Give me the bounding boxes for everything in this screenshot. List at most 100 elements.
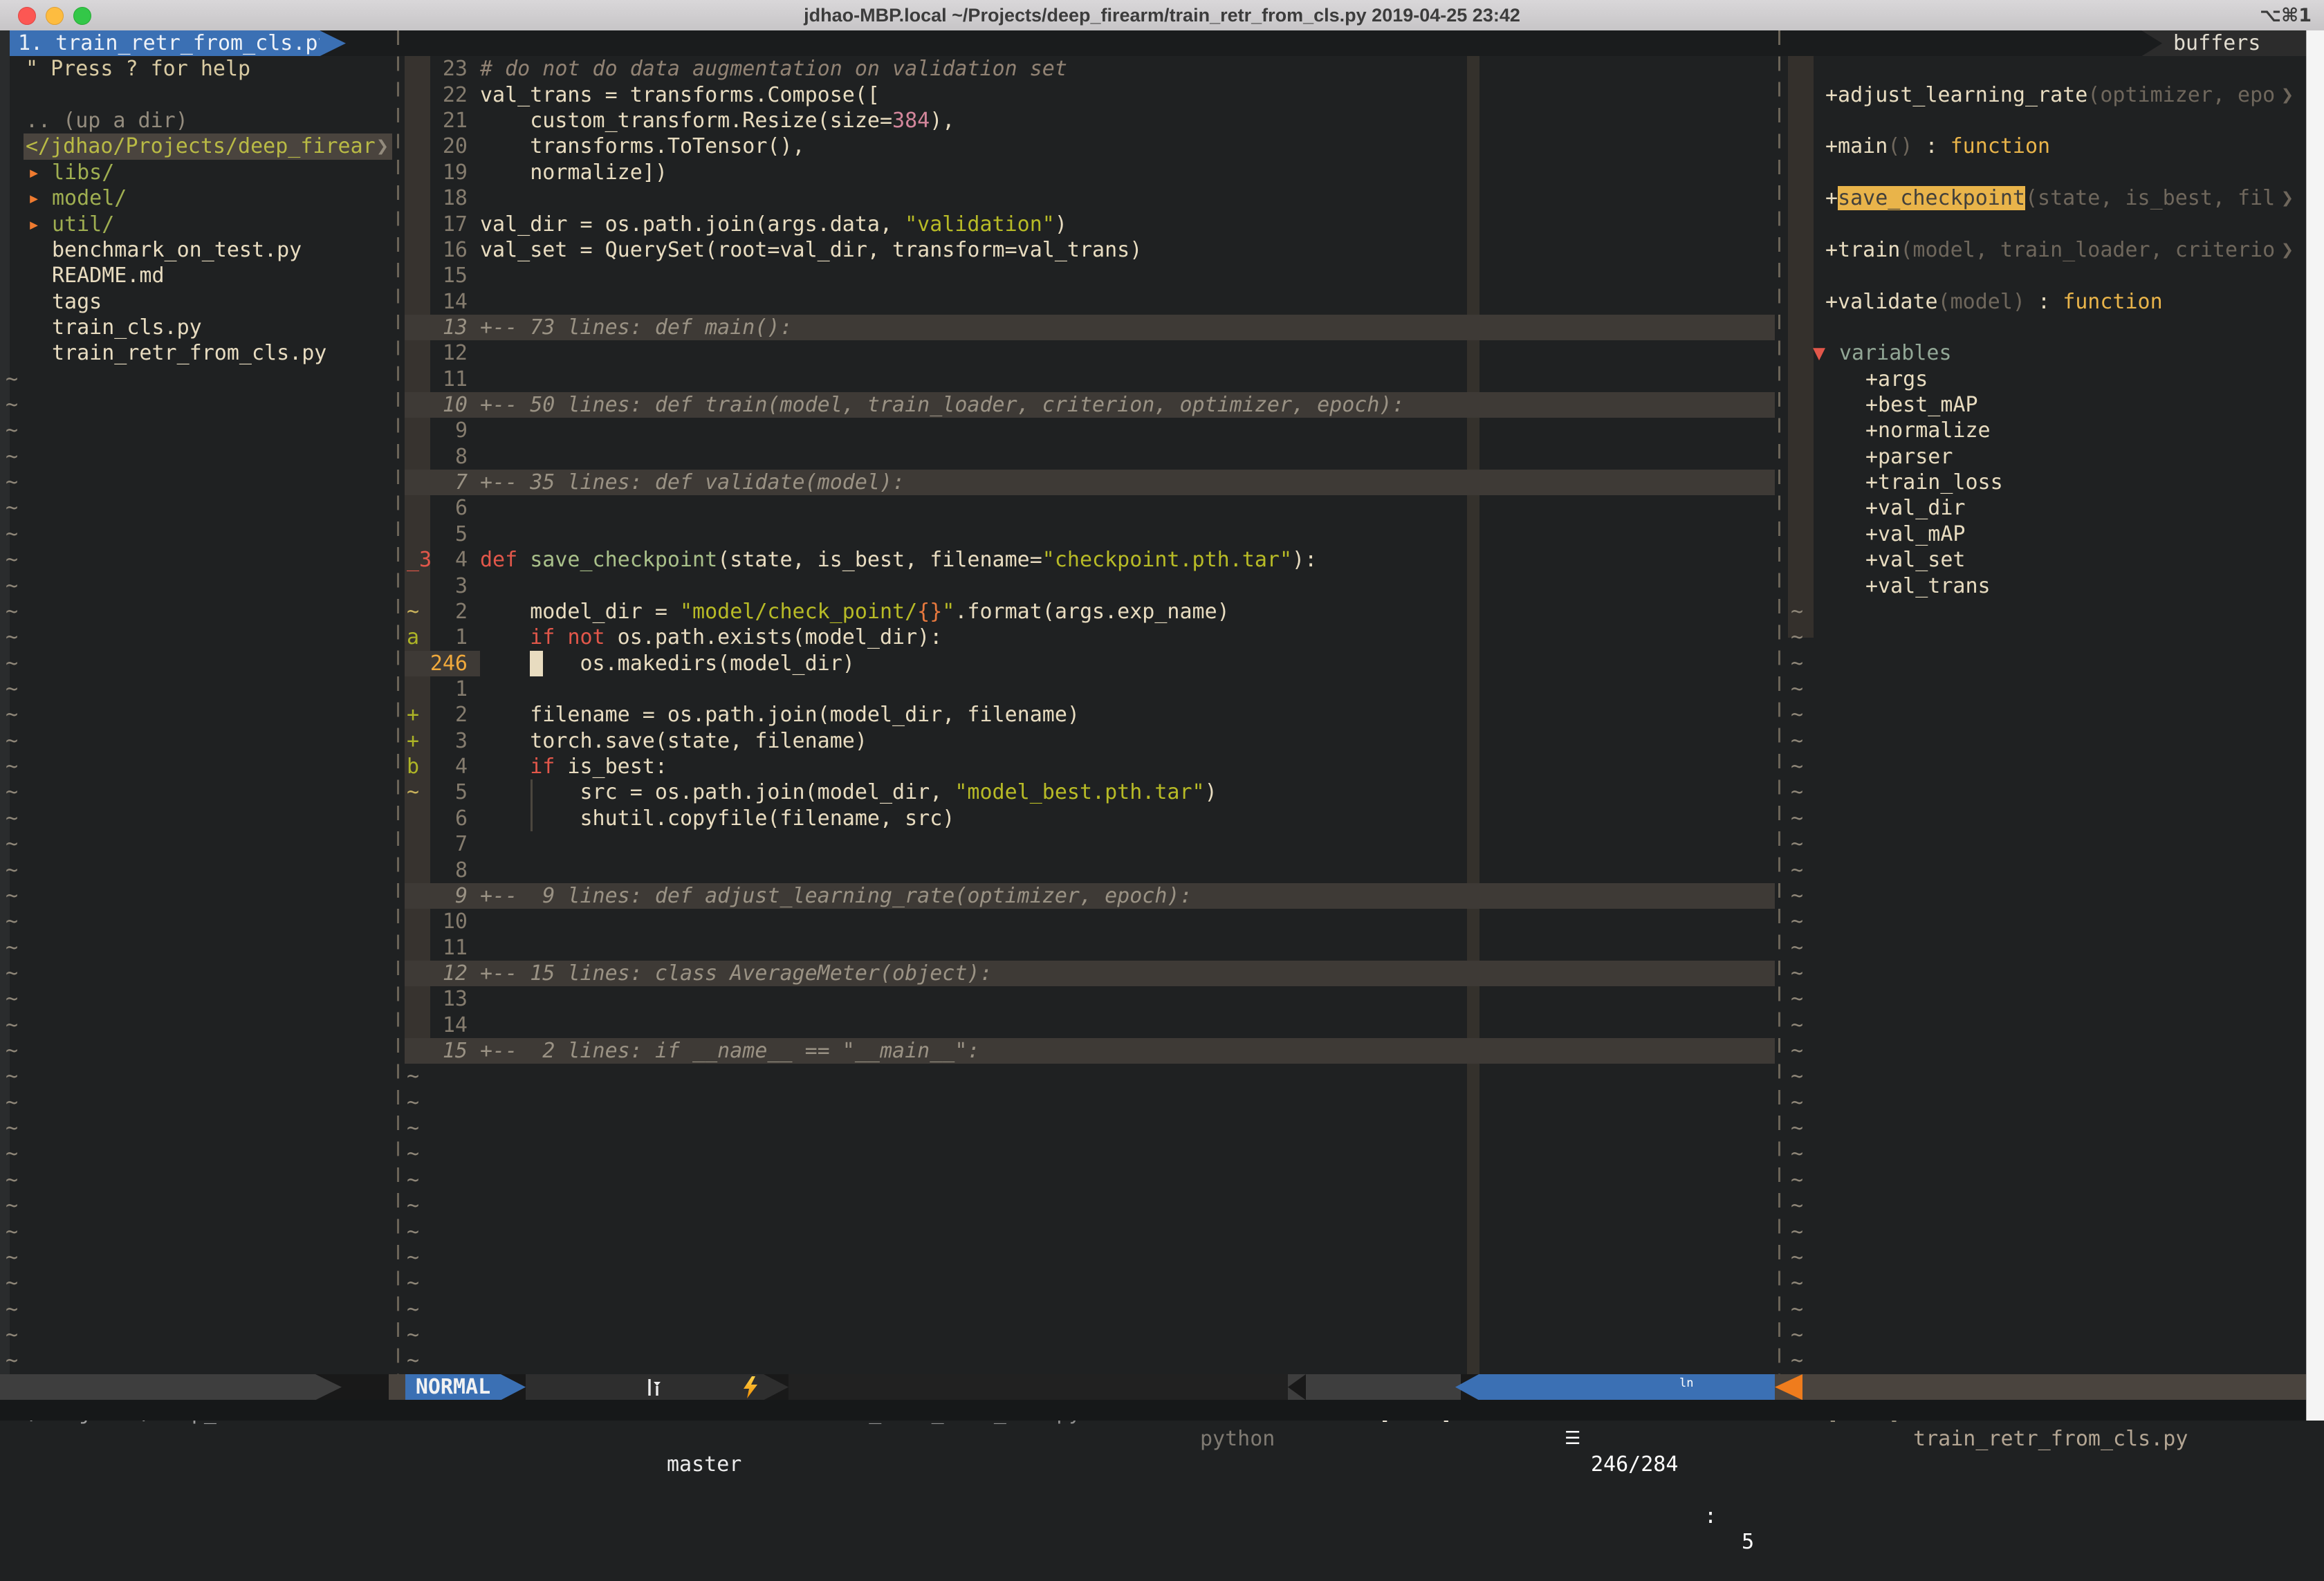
fold-open-icon[interactable]: ▼ <box>1813 340 1825 366</box>
buffer-tab-arrow <box>320 30 346 56</box>
separator-arrow-icon <box>315 1374 342 1400</box>
fold-text[interactable]: +-- 2 lines: if __name__ == "__main__": <box>480 1038 979 1064</box>
empty-line-tilde: ~ <box>1791 1245 1803 1270</box>
nerdtree-file[interactable]: benchmark_on_test.py <box>52 237 302 263</box>
code-line[interactable]: def save_checkpoint(state, is_best, file… <box>480 547 1317 573</box>
gutter-sign: ~ <box>407 779 419 805</box>
code-token: "model/check_point/ <box>680 600 917 624</box>
code-line[interactable]: val_trans = transforms.Compose([ <box>480 82 880 108</box>
empty-line-tilde: ~ <box>6 779 18 805</box>
truncation-arrow-icon: ❯ <box>2281 82 2294 108</box>
tagbar-variable[interactable]: +normalize <box>1865 418 1991 443</box>
git-branch-icon <box>645 1378 664 1397</box>
code-line[interactable]: torch.save(state, filename) <box>480 728 867 754</box>
line-number: 3 <box>405 573 468 599</box>
nerdtree-file[interactable]: train_cls.py <box>52 315 202 340</box>
tag-part: (state, is_best, fil <box>2025 186 2275 210</box>
empty-line-tilde: ~ <box>6 986 18 1012</box>
fold-text[interactable]: +-- 35 lines: def validate(model): <box>480 470 905 495</box>
empty-line-tilde: ~ <box>6 1064 18 1089</box>
code-line[interactable]: val_set = QuerySet(root=val_dir, transfo… <box>480 237 1142 263</box>
code-token: " <box>942 600 954 624</box>
empty-line-tilde: ~ <box>1791 1297 1803 1322</box>
empty-line-tilde: ~ <box>1791 702 1803 728</box>
tagbar-tag[interactable]: +main() : function <box>1825 133 2050 159</box>
tagbar-variable[interactable]: +best_mAP <box>1865 392 1978 418</box>
code-token: normalize]) <box>480 160 667 185</box>
code-line[interactable]: os.makedirs(model_dir) <box>480 651 855 676</box>
nerdtree-dir[interactable]: util/ <box>52 212 114 237</box>
empty-line-tilde: ~ <box>1791 599 1803 625</box>
line-position: 246/284 <box>1591 1452 1678 1477</box>
code-token: val_set = QuerySet(root=val_dir, transfo… <box>480 238 1142 262</box>
folder-arrow-icon[interactable]: ▸ <box>28 160 40 185</box>
nerdtree-file[interactable]: tags <box>52 289 102 315</box>
buffers-label: buffers <box>2173 30 2260 56</box>
tagbar-variable[interactable]: +val_trans <box>1865 573 1991 599</box>
code-token: transforms.ToTensor(), <box>480 134 805 158</box>
line-number: 19 <box>405 160 468 185</box>
nerdtree-dir[interactable]: model/ <box>52 185 127 211</box>
titlebar[interactable]: jdhao-MBP.local ~/Projects/deep_firearm/… <box>0 0 2324 31</box>
code-token: {} <box>917 600 942 624</box>
fold-text[interactable]: +-- 9 lines: def adjust_learning_rate(op… <box>480 883 1192 909</box>
code-line[interactable]: shutil.copyfile(filename, src) <box>480 806 954 831</box>
code-line[interactable]: val_dir = os.path.join(args.data, "valid… <box>480 212 1067 237</box>
empty-line-tilde: ~ <box>407 1297 419 1322</box>
empty-line-tilde: ~ <box>1791 806 1803 831</box>
folder-arrow-icon[interactable]: ▸ <box>28 185 40 211</box>
nerdtree-root[interactable]: </jdhao/Projects/deep_firear <box>26 133 376 159</box>
folder-arrow-icon[interactable]: ▸ <box>28 212 40 237</box>
code-token: src = os.path.join(model_dir, <box>480 780 954 804</box>
tagbar-variable[interactable]: +val_mAP <box>1865 521 1966 547</box>
window-separator-right[interactable] <box>1778 30 1780 1374</box>
command-line[interactable] <box>0 1400 2324 1421</box>
tagbar-tag[interactable]: +train(model, train_loader, criterio <box>1825 237 2275 263</box>
tagbar-variable[interactable]: +train_loss <box>1865 470 2003 495</box>
statusline-file-segment: train_retr_from_cls.py python <box>788 1374 1288 1400</box>
code-line[interactable]: if is_best: <box>480 754 667 779</box>
code-line[interactable]: normalize]) <box>480 160 667 185</box>
nerdtree-file[interactable]: train_retr_from_cls.py <box>52 340 326 366</box>
fold-text[interactable]: +-- 50 lines: def train(model, train_loa… <box>480 392 1405 418</box>
tagbar-variable[interactable]: +val_set <box>1865 547 1966 573</box>
nerdtree-dir[interactable]: libs/ <box>52 160 114 185</box>
tagbar-group-header[interactable]: variables <box>1839 340 1952 366</box>
tagbar-tag[interactable]: +validate(model) : function <box>1825 289 2163 315</box>
nerdtree-up-dir[interactable]: .. (up a dir) <box>26 108 188 133</box>
code-token: save_checkpoint <box>530 548 717 572</box>
tag-part: +adjust_learning_rate <box>1825 83 2087 107</box>
gutter-sign: + <box>407 702 419 728</box>
buffer-tab-active[interactable]: 1. train_retr_from_cls.py <box>0 30 320 56</box>
code-line[interactable]: if not os.path.exists(model_dir): <box>480 625 942 650</box>
nerdtree-file[interactable]: README.md <box>52 263 165 288</box>
line-number: 16 <box>405 237 468 263</box>
empty-line-tilde: ~ <box>1791 858 1803 883</box>
tagbar-tag[interactable]: +save_checkpoint(state, is_best, fil <box>1825 185 2275 211</box>
code-line[interactable]: src = os.path.join(model_dir, "model_bes… <box>480 779 1217 805</box>
scrollbar[interactable] <box>2306 30 2324 1421</box>
fold-text[interactable]: +-- 15 lines: class AverageMeter(object)… <box>480 961 993 986</box>
tagbar-variable[interactable]: +val_dir <box>1865 495 1966 521</box>
fold-text[interactable]: +-- 73 lines: def main(): <box>480 315 793 340</box>
tagbar-variable[interactable]: +parser <box>1865 444 1953 470</box>
line-number: 6 <box>405 495 468 521</box>
empty-line-tilde: ~ <box>6 599 18 625</box>
window-separator-left[interactable] <box>397 30 399 1374</box>
code-line[interactable]: custom_transform.Resize(size=384), <box>480 108 954 133</box>
code-line[interactable]: transforms.ToTensor(), <box>480 133 805 159</box>
nerdtree-help: " Press ? for help <box>26 56 250 82</box>
line-number: 22 <box>405 82 468 108</box>
line-glyph-icon: ln <box>1679 1378 1693 1388</box>
separator-arrow-icon <box>501 1374 526 1400</box>
empty-line-tilde: ~ <box>6 1348 18 1374</box>
empty-line-tilde: ~ <box>1791 676 1803 702</box>
tagbar-variable[interactable]: +args <box>1865 367 1928 392</box>
code-line[interactable]: filename = os.path.join(model_dir, filen… <box>480 702 1080 728</box>
line-number: 15 <box>405 263 468 288</box>
tagbar-tag[interactable]: +adjust_learning_rate(optimizer, epo <box>1825 82 2275 108</box>
code-line[interactable]: # do not do data augmentation on validat… <box>480 56 1067 82</box>
truncation-arrow-icon: ❯ <box>2281 237 2294 263</box>
code-line[interactable]: model_dir = "model/check_point/{}".forma… <box>480 599 1230 625</box>
tag-part: : <box>1912 134 1950 158</box>
